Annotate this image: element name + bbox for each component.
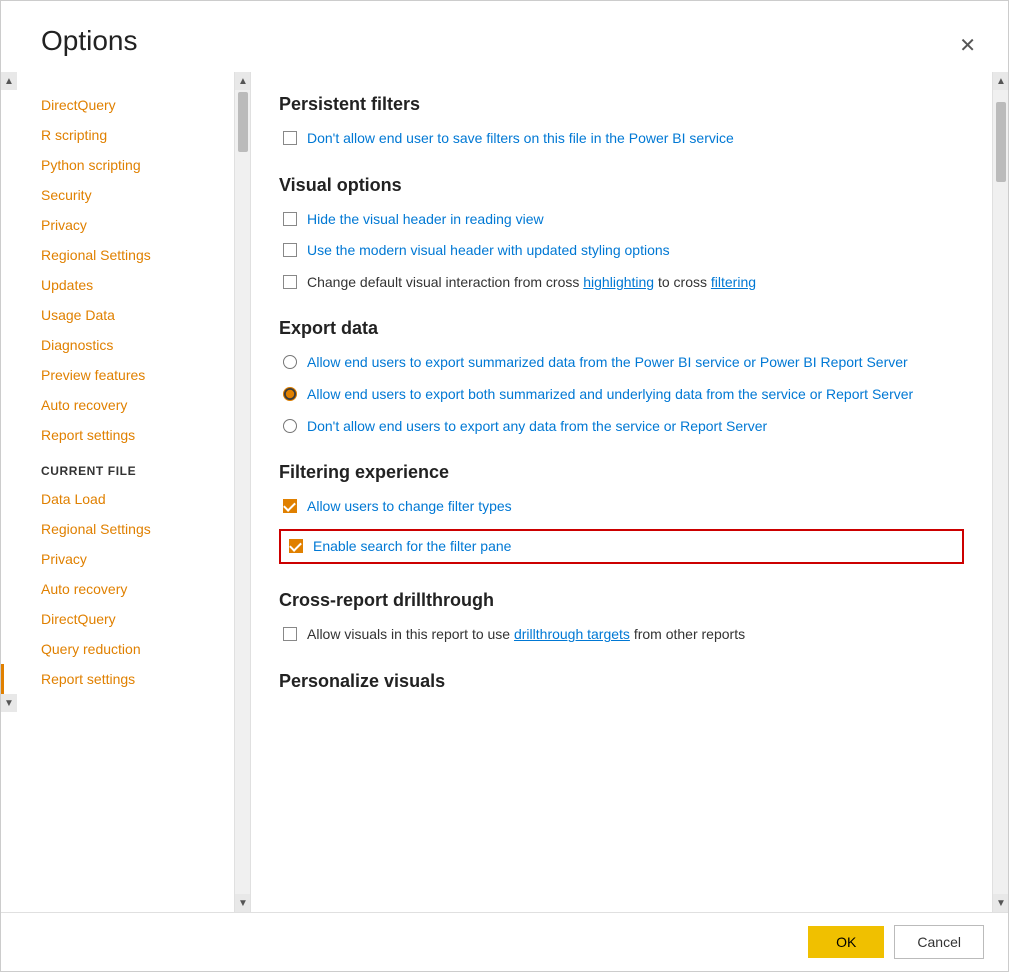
- option-label-vo2: Use the modern visual header with update…: [307, 241, 670, 261]
- main-scrollbar-thumb[interactable]: [996, 102, 1006, 182]
- main-scrollbar-up-arrow[interactable]: ▲: [993, 72, 1008, 90]
- sidebar-item-privacy[interactable]: Privacy: [1, 210, 234, 240]
- main-scrollbar: ▲ ▼: [992, 72, 1008, 912]
- main-content-area: Persistent filters Don't allow end user t…: [251, 72, 992, 912]
- dialog-body: ▲ DirectQueryR scriptingPython scripting…: [1, 72, 1008, 912]
- option-row-ed2: Allow end users to export both summarize…: [279, 385, 964, 405]
- sidebar-item-usagedata[interactable]: Usage Data: [1, 300, 234, 330]
- option-label-vo1: Hide the visual header in reading view: [307, 210, 544, 230]
- option-label-crd1: Allow visuals in this report to use dril…: [307, 625, 745, 645]
- section-title-persistent-filters: Persistent filters: [279, 94, 964, 115]
- option-row-vo1: Hide the visual header in reading view: [279, 210, 964, 230]
- sidebar-item-queryreduction[interactable]: Query reduction: [1, 634, 234, 664]
- sidebar-global-items: DirectQueryR scriptingPython scriptingSe…: [1, 90, 234, 450]
- option-label-pf1: Don't allow end user to save filters on …: [307, 129, 734, 149]
- option-label-ed3: Don't allow end users to export any data…: [307, 417, 767, 437]
- option-label-vo3: Change default visual interaction from c…: [307, 273, 756, 293]
- main-panel: Persistent filters Don't allow end user t…: [251, 72, 1008, 912]
- sidebar-item-regionalsettings-cf[interactable]: Regional Settings: [1, 514, 234, 544]
- sidebar-section-header: CURRENT FILE: [1, 450, 234, 484]
- dialog-header: Options ✕: [1, 1, 1008, 72]
- option-row-vo3: Change default visual interaction from c…: [279, 273, 964, 293]
- cancel-button[interactable]: Cancel: [894, 925, 984, 959]
- sidebar-item-directquery[interactable]: DirectQuery: [1, 90, 234, 120]
- radio-ed3[interactable]: [283, 419, 297, 433]
- sidebar-scrollbar-up-arrow[interactable]: ▲: [235, 72, 251, 90]
- option-label-ed1: Allow end users to export summarized dat…: [307, 353, 908, 373]
- sidebar-item-autorecovery[interactable]: Auto recovery: [1, 390, 234, 420]
- ok-button[interactable]: OK: [808, 926, 884, 958]
- sidebar-item-security[interactable]: Security: [1, 180, 234, 210]
- sidebar-item-reportsettings-global[interactable]: Report settings: [1, 420, 234, 450]
- sidebar-scrollbar-down-arrow[interactable]: ▼: [235, 894, 251, 912]
- checkbox-crd1[interactable]: [283, 627, 297, 641]
- option-row-ed1: Allow end users to export summarized dat…: [279, 353, 964, 373]
- main-scrollbar-down-arrow[interactable]: ▼: [993, 894, 1008, 912]
- section-title-export-data: Export data: [279, 318, 964, 339]
- checkbox-vo2[interactable]: [283, 243, 297, 257]
- checkbox-vo1[interactable]: [283, 212, 297, 226]
- dialog-title: Options: [41, 25, 138, 57]
- radio-ed2[interactable]: [283, 387, 297, 401]
- section-title-personalize-visuals: Personalize visuals: [279, 671, 964, 692]
- option-row-fe1: Allow users to change filter types: [279, 497, 964, 517]
- section-title-filtering-experience: Filtering experience: [279, 462, 964, 483]
- checkbox-fe2[interactable]: [289, 539, 303, 553]
- option-label-ed2: Allow end users to export both summarize…: [307, 385, 913, 405]
- option-row-ed3: Don't allow end users to export any data…: [279, 417, 964, 437]
- sidebar-item-diagnostics[interactable]: Diagnostics: [1, 330, 234, 360]
- sidebar-current-file-items: Data LoadRegional SettingsPrivacyAuto re…: [1, 484, 234, 694]
- sidebar-scrollbar-thumb-area: [235, 90, 250, 894]
- options-dialog: Options ✕ ▲ DirectQueryR scriptingPython…: [0, 0, 1009, 972]
- sidebar-item-regionalsettings[interactable]: Regional Settings: [1, 240, 234, 270]
- option-row-crd1: Allow visuals in this report to use dril…: [279, 625, 964, 645]
- sidebar-scrollbar-thumb[interactable]: [238, 92, 248, 152]
- sidebar-scroll-up[interactable]: ▲: [1, 72, 17, 90]
- sidebar-item-autorecovery-cf[interactable]: Auto recovery: [1, 574, 234, 604]
- main-scrollbar-thumb-area: [993, 90, 1008, 894]
- option-label-fe2: Enable search for the filter pane: [313, 537, 511, 557]
- sidebar-item-reportsettings[interactable]: Report settings: [1, 664, 234, 694]
- sidebar-item-privacy-cf[interactable]: Privacy: [1, 544, 234, 574]
- sidebar-item-directquery-cf[interactable]: DirectQuery: [1, 604, 234, 634]
- sidebar-item-dataload[interactable]: Data Load: [1, 484, 234, 514]
- sidebar-item-pythonscripting[interactable]: Python scripting: [1, 150, 234, 180]
- sidebar-item-updates[interactable]: Updates: [1, 270, 234, 300]
- option-label-fe1: Allow users to change filter types: [307, 497, 512, 517]
- sidebar-scrollbar: ▲ ▼: [234, 72, 250, 912]
- option-row-fe2: Enable search for the filter pane: [279, 529, 964, 565]
- sidebar-item-rscripting[interactable]: R scripting: [1, 120, 234, 150]
- sidebar-scroll-down[interactable]: ▼: [1, 694, 17, 712]
- sidebar-nav: ▲ DirectQueryR scriptingPython scripting…: [1, 72, 234, 912]
- dialog-footer: OK Cancel: [1, 912, 1008, 971]
- close-button[interactable]: ✕: [951, 29, 984, 62]
- checkbox-fe1[interactable]: [283, 499, 297, 513]
- radio-ed1[interactable]: [283, 355, 297, 369]
- section-title-visual-options: Visual options: [279, 175, 964, 196]
- option-row-pf1: Don't allow end user to save filters on …: [279, 129, 964, 149]
- option-row-vo2: Use the modern visual header with update…: [279, 241, 964, 261]
- sidebar: ▲ DirectQueryR scriptingPython scripting…: [1, 72, 251, 912]
- checkbox-pf1[interactable]: [283, 131, 297, 145]
- section-title-cross-report-drillthrough: Cross-report drillthrough: [279, 590, 964, 611]
- checkbox-vo3[interactable]: [283, 275, 297, 289]
- sidebar-item-previewfeatures[interactable]: Preview features: [1, 360, 234, 390]
